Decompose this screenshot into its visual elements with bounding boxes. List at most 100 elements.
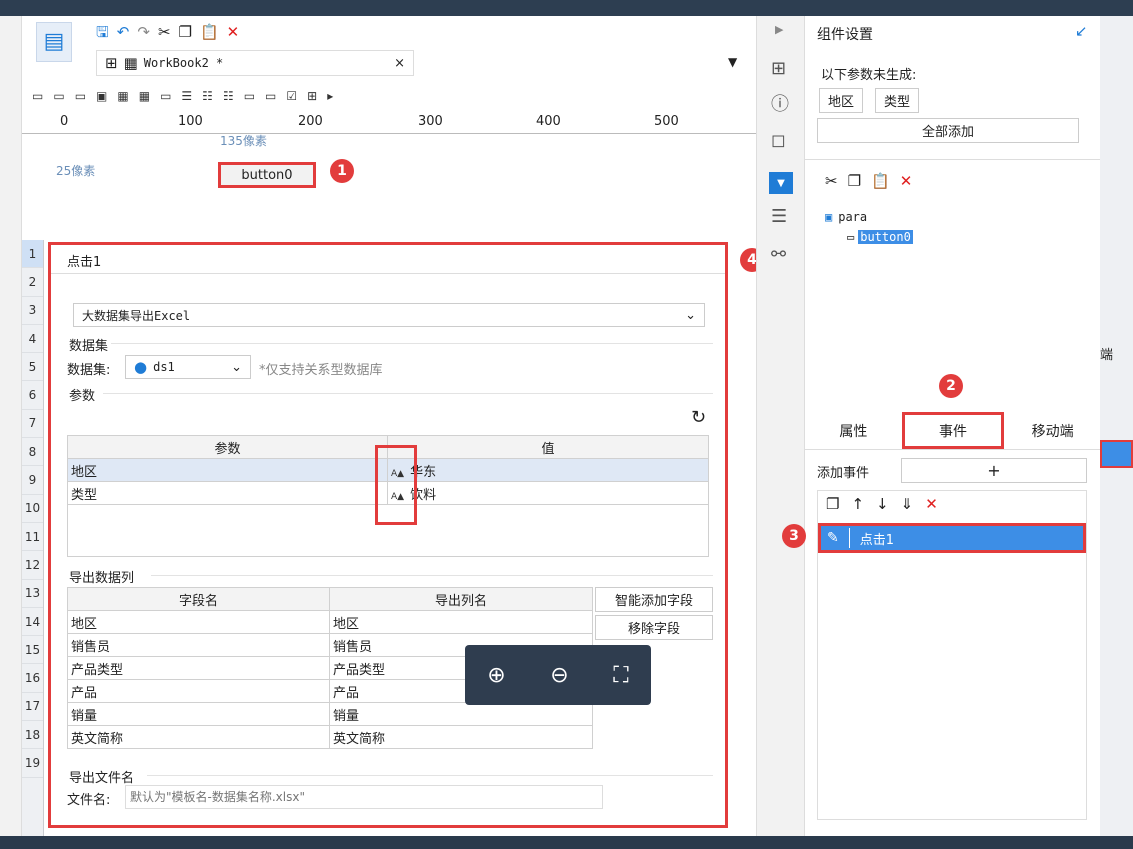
widget-label-icon[interactable]: ▭ — [53, 89, 64, 103]
param-value-cell[interactable]: A▲ 华东 — [387, 458, 709, 482]
widget-password-icon[interactable]: ▭ — [265, 89, 276, 103]
refresh-icon[interactable]: ↻ — [691, 409, 706, 427]
field-name-cell[interactable]: 产品 — [67, 679, 330, 703]
widget-list-icon[interactable]: ☰ — [181, 89, 192, 103]
param-chip-type[interactable]: 类型 — [875, 88, 920, 113]
field-name-cell[interactable]: 销量 — [67, 702, 330, 726]
zoom-in-icon[interactable]: ⊕ — [487, 663, 505, 688]
filename-input[interactable] — [125, 785, 603, 809]
field-name-cell[interactable]: 产品类型 — [67, 656, 330, 680]
dataset-select[interactable]: ● ds1 ⌄ — [125, 355, 251, 379]
tab-close-icon[interactable]: × — [394, 56, 405, 71]
widget-number-icon[interactable]: ▭ — [160, 89, 171, 103]
row-number[interactable]: 6 — [22, 381, 43, 410]
event-item[interactable]: ✎ 点击1 — [818, 523, 1086, 553]
widget-checkbox-icon[interactable]: ☷ — [223, 89, 234, 103]
copy-icon[interactable]: ❐ — [826, 497, 839, 512]
widget-button-icon[interactable]: ▭ — [75, 89, 86, 103]
row-number[interactable]: 7 — [22, 410, 43, 439]
cut-icon[interactable]: ✂ — [158, 24, 171, 40]
param-name[interactable]: 地区 — [67, 458, 388, 482]
row-number[interactable]: 16 — [22, 664, 43, 693]
copy-icon[interactable]: ❐ — [848, 174, 861, 189]
widget-tree-icon[interactable]: ⊞ — [307, 89, 317, 103]
param-value-cell[interactable]: A▲ 饮料 — [387, 481, 709, 505]
delete-icon[interactable]: ✕ — [900, 174, 913, 189]
paste-icon[interactable]: 📋 — [200, 24, 219, 40]
link-icon[interactable]: ⚯ — [771, 246, 786, 264]
delete-icon[interactable]: ✕ — [227, 24, 240, 40]
table-row[interactable]: 地区 地区 — [67, 610, 593, 634]
tab-events[interactable]: 事件 — [901, 412, 1005, 449]
template-icon[interactable]: ▤ — [36, 22, 72, 62]
redo-icon[interactable]: ↷ — [137, 24, 150, 40]
fit-screen-icon[interactable]: ⛶ — [613, 663, 628, 688]
save-icon[interactable]: 🖫 — [96, 24, 109, 40]
info-icon[interactable]: ⓘ — [771, 96, 789, 114]
zoom-out-icon[interactable]: ⊖ — [550, 663, 568, 688]
field-name-cell[interactable]: 销售员 — [67, 633, 330, 657]
tree-child[interactable]: ▭ button0 — [847, 230, 913, 244]
cut-icon[interactable]: ✂ — [825, 174, 838, 189]
row-number[interactable]: 13 — [22, 580, 43, 608]
add-all-button[interactable]: 全部添加 — [817, 118, 1079, 143]
row-number[interactable]: 11 — [22, 523, 43, 552]
smart-add-field-button[interactable]: 智能添加字段 — [595, 587, 713, 612]
row-number[interactable]: 5 — [22, 353, 43, 382]
widget-radio-icon[interactable]: ☷ — [202, 89, 213, 103]
row-number[interactable]: 19 — [22, 749, 43, 778]
edit-icon[interactable]: ✎ — [827, 531, 839, 545]
remove-field-button[interactable]: 移除字段 — [595, 615, 713, 640]
widget-more-icon[interactable]: ▸ — [327, 89, 333, 103]
row-number[interactable]: 8 — [22, 438, 43, 467]
sort-icon[interactable]: ⇓ — [901, 497, 914, 512]
canvas-button[interactable]: button0 — [218, 162, 316, 188]
widget-text-icon[interactable]: ▭ — [244, 89, 255, 103]
add-event-button[interactable]: + — [901, 458, 1087, 483]
row-number[interactable]: 18 — [22, 721, 43, 750]
export-name-cell[interactable]: 英文简称 — [329, 725, 593, 749]
widget-check-icon[interactable]: ☑ — [286, 89, 297, 103]
row-number[interactable]: 15 — [22, 636, 43, 665]
collapse-icon[interactable]: ▶ — [775, 24, 783, 35]
field-name-cell[interactable]: 英文简称 — [67, 725, 330, 749]
arrow-up-icon[interactable]: ↑ — [851, 497, 864, 512]
row-number[interactable]: 14 — [22, 608, 43, 637]
param-chip-region[interactable]: 地区 — [819, 88, 864, 113]
action-select[interactable]: 大数据集导出Excel ⌄ — [73, 303, 705, 327]
export-name-cell[interactable]: 销量 — [329, 702, 593, 726]
list-icon[interactable]: ☰ — [771, 208, 787, 226]
row-number[interactable]: 2 — [22, 268, 43, 297]
frame-icon[interactable]: ◻ — [771, 132, 786, 150]
row-number[interactable]: 4 — [22, 325, 43, 354]
widget-frame-icon[interactable]: ▭ — [32, 89, 43, 103]
undo-icon[interactable]: ↶ — [117, 24, 130, 40]
delete-icon[interactable]: ✕ — [925, 497, 938, 512]
tree-root[interactable]: ▣ para — [825, 210, 867, 224]
widget-settings-icon[interactable]: ▼ — [769, 172, 793, 194]
copy-icon[interactable]: ❐ — [179, 24, 192, 40]
param-name[interactable]: 类型 — [67, 481, 388, 505]
paste-icon[interactable]: 📋 — [871, 174, 890, 189]
table-row[interactable]: 销量 销量 — [67, 702, 593, 726]
row-number[interactable]: 3 — [22, 297, 43, 325]
widget-date-icon[interactable]: ▦ — [117, 89, 128, 103]
row-number[interactable]: 10 — [22, 495, 43, 523]
field-name-cell[interactable]: 地区 — [67, 610, 330, 634]
row-number[interactable]: 1 — [22, 240, 43, 269]
workbook-tab[interactable]: ⊞ ▦ WorkBook2 * × — [96, 50, 414, 76]
collapse-panel-icon[interactable]: ↙ — [1075, 24, 1088, 39]
tab-menu-icon[interactable]: ▼ — [728, 56, 737, 68]
arrow-down-icon[interactable]: ↓ — [876, 497, 889, 512]
row-number[interactable]: 9 — [22, 466, 43, 495]
tab-mobile[interactable]: 移动端 — [1004, 412, 1101, 449]
table-row[interactable]: 英文简称 英文简称 — [67, 725, 593, 749]
layout-icon[interactable]: ⊞ — [771, 60, 786, 78]
row-number[interactable]: 12 — [22, 551, 43, 580]
tab-properties[interactable]: 属性 — [805, 412, 902, 449]
export-name-cell[interactable]: 地区 — [329, 610, 593, 634]
widget-combo-icon[interactable]: ▣ — [96, 89, 107, 103]
design-canvas[interactable]: 135像素 25像素 button0 1 — [22, 134, 756, 230]
widget-calendar-icon[interactable]: ▦ — [139, 89, 150, 103]
row-number[interactable]: 17 — [22, 693, 43, 722]
